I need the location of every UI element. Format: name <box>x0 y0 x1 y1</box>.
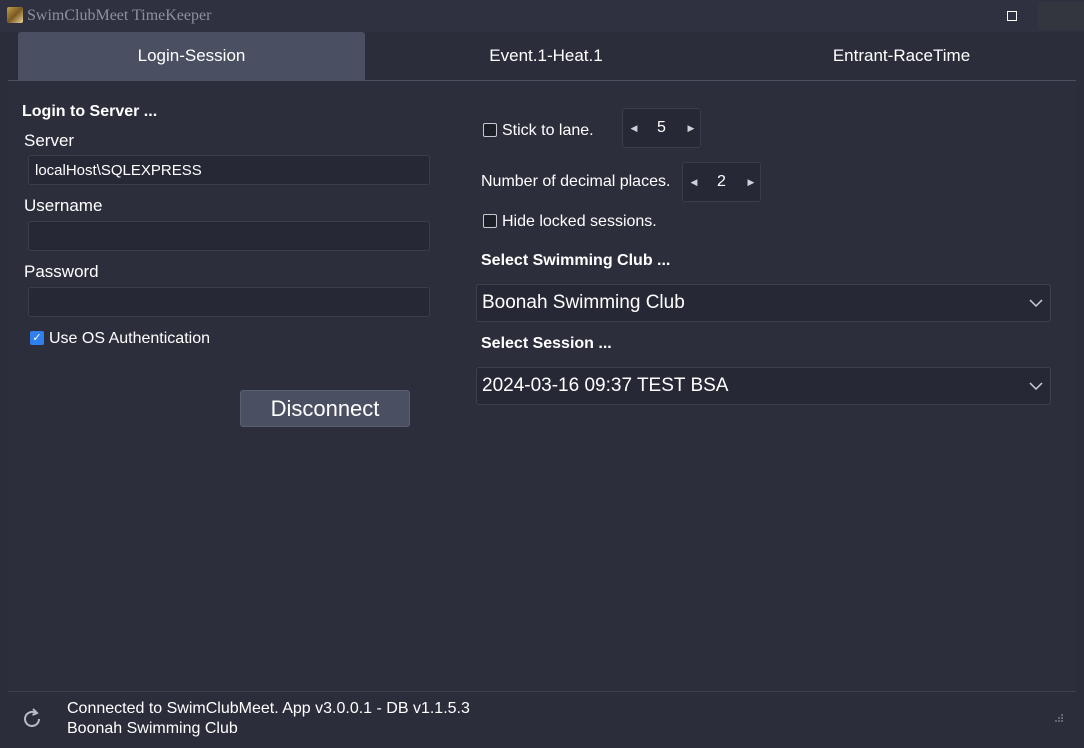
session-select-value: 2024-03-16 09:37 TEST BSA <box>482 375 729 396</box>
resize-grip-icon[interactable] <box>1054 713 1064 723</box>
hide-locked-label: Hide locked sessions. <box>502 213 657 230</box>
login-heading: Login to Server ... <box>22 103 158 120</box>
decimal-places-spinner[interactable]: ◀ 2 ▶ <box>682 162 761 202</box>
app-icon <box>7 7 23 23</box>
password-label: Password <box>24 262 99 281</box>
hide-locked-checkbox[interactable] <box>483 214 497 228</box>
club-select-value: Boonah Swimming Club <box>482 292 685 313</box>
session-select[interactable]: 2024-03-16 09:37 TEST BSA <box>476 367 1051 405</box>
username-label: Username <box>24 196 103 215</box>
increment-arrow-icon[interactable]: ▶ <box>684 109 698 147</box>
maximize-icon <box>1007 11 1017 21</box>
session-heading: Select Session ... <box>481 335 612 352</box>
decimal-places-value: 2 <box>717 173 726 190</box>
stick-lane-label: Stick to lane. <box>502 122 594 139</box>
checkmark-icon: ✓ <box>32 332 42 344</box>
close-button[interactable] <box>1038 2 1084 30</box>
club-select[interactable]: Boonah Swimming Club <box>476 284 1051 322</box>
server-input[interactable] <box>28 155 430 185</box>
os-auth-label: Use OS Authentication <box>49 330 210 347</box>
refresh-icon[interactable] <box>20 707 44 731</box>
tab-bar: Login-Session Event.1-Heat.1 Entrant-Rac… <box>8 32 1076 80</box>
password-input[interactable] <box>28 287 430 317</box>
status-connection-text: Connected to SwimClubMeet. App v3.0.0.1 … <box>67 700 470 717</box>
username-input[interactable] <box>28 221 430 251</box>
decimal-places-label: Number of decimal places. <box>481 173 671 190</box>
increment-arrow-icon[interactable]: ▶ <box>744 163 758 201</box>
tab-entrant-racetime[interactable]: Entrant-RaceTime <box>727 32 1076 80</box>
title-bar: SwimClubMeet TimeKeeper <box>0 0 1084 32</box>
os-auth-checkbox[interactable]: ✓ <box>30 331 44 345</box>
lane-spinner[interactable]: ◀ 5 ▶ <box>622 108 701 148</box>
club-heading: Select Swimming Club ... <box>481 252 671 269</box>
disconnect-button[interactable]: Disconnect <box>240 390 410 427</box>
tab-event-heat[interactable]: Event.1-Heat.1 <box>365 32 727 80</box>
maximize-button[interactable] <box>1004 8 1020 24</box>
chevron-down-icon <box>1029 299 1043 308</box>
server-label: Server <box>24 131 75 150</box>
chevron-down-icon <box>1029 382 1043 391</box>
status-club-text: Boonah Swimming Club <box>67 720 238 737</box>
tab-login-session[interactable]: Login-Session <box>18 32 365 80</box>
stick-lane-checkbox[interactable] <box>483 123 497 137</box>
lane-value: 5 <box>657 119 666 136</box>
window-title: SwimClubMeet TimeKeeper <box>27 7 212 24</box>
